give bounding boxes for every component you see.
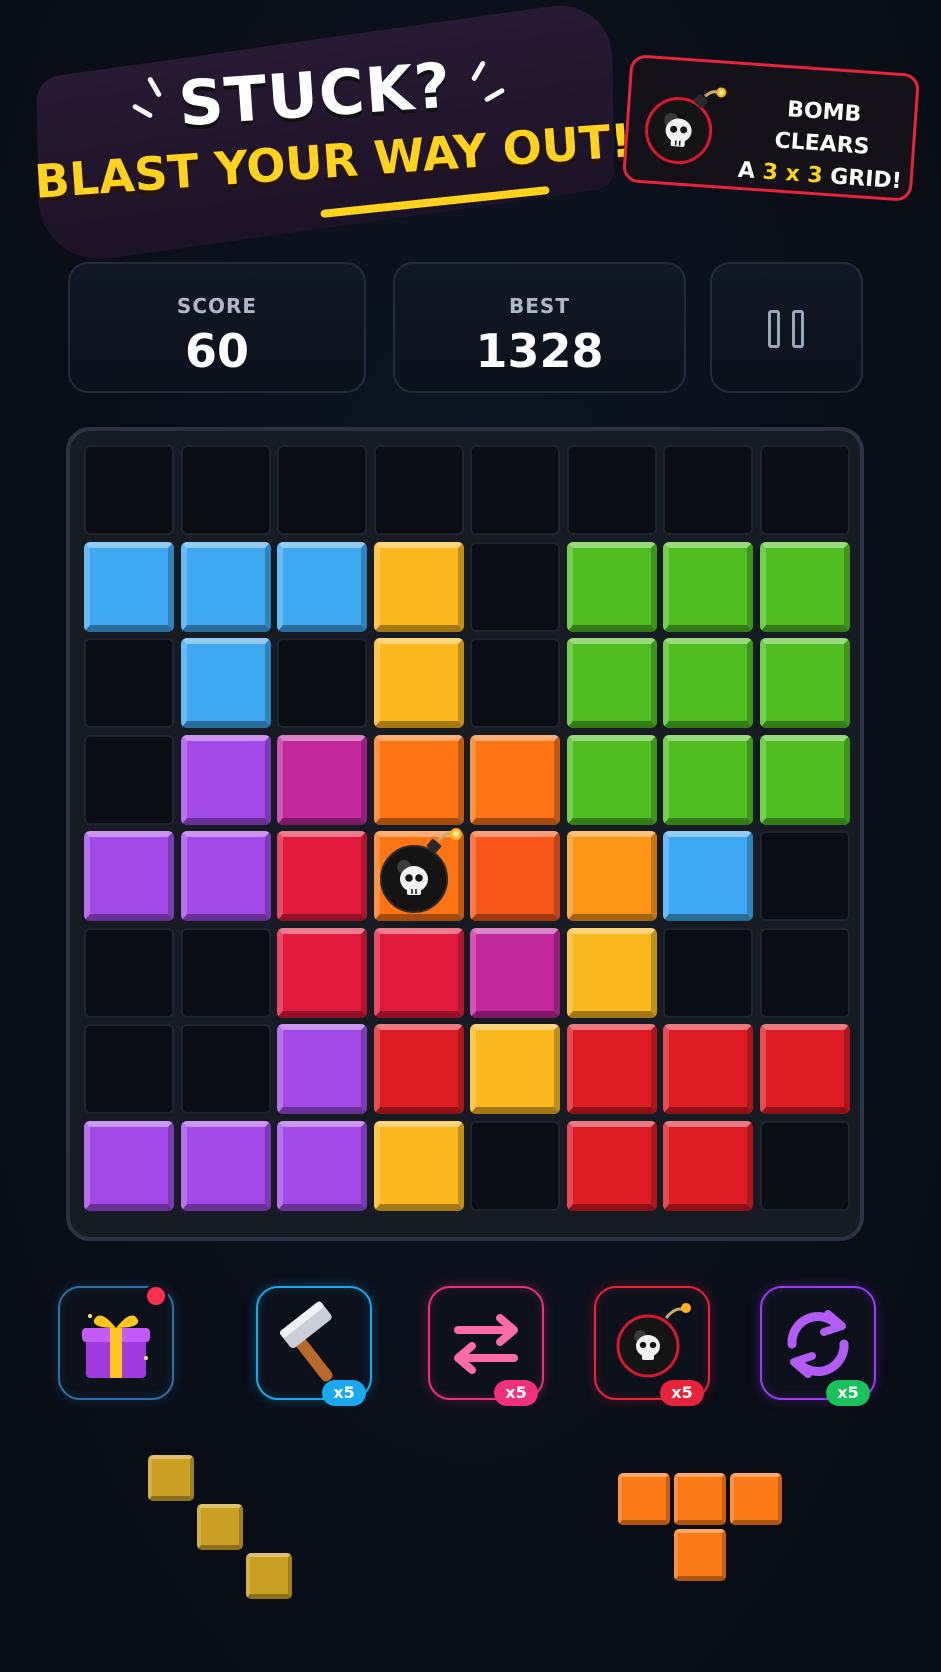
- board-block-orange[interactable]: [373, 734, 464, 825]
- bomb-tip-card: BOMB CLEARS A 3 x 3 GRID!: [621, 54, 921, 202]
- board-block-green[interactable]: [566, 734, 657, 825]
- board-cell-empty[interactable]: [470, 1120, 560, 1211]
- piece-block: [674, 1529, 726, 1581]
- board-cell-empty[interactable]: [663, 927, 753, 1018]
- best-label: BEST: [509, 294, 570, 318]
- board-cell-empty[interactable]: [180, 1024, 271, 1114]
- board-cell-empty[interactable]: [759, 445, 850, 535]
- board-block-yellow[interactable]: [470, 1024, 560, 1114]
- board-block-yellow[interactable]: [566, 927, 657, 1018]
- bomb-count-badge: x5: [660, 1380, 704, 1406]
- board-cell-empty[interactable]: [470, 445, 560, 535]
- hammer-count-badge: x5: [322, 1380, 366, 1406]
- score-box: SCORE 60: [68, 262, 366, 393]
- tip-line2-suffix: GRID!: [821, 163, 903, 195]
- best-value: 1328: [475, 324, 604, 378]
- board-block-red-orange[interactable]: [470, 831, 560, 921]
- gift-button[interactable]: [58, 1284, 174, 1400]
- board-block-orange-yellow[interactable]: [566, 831, 657, 921]
- board-block-red[interactable]: [566, 1024, 657, 1114]
- board-block-yellow[interactable]: [373, 638, 464, 728]
- board-block-purple[interactable]: [84, 831, 174, 921]
- board-cell-empty[interactable]: [84, 1024, 174, 1114]
- board-block-magenta[interactable]: [277, 734, 367, 825]
- board-block-blue[interactable]: [84, 541, 174, 632]
- board-cell-empty[interactable]: [84, 927, 174, 1018]
- refresh-button[interactable]: x5: [760, 1286, 876, 1406]
- bomb-tip-text: BOMB CLEARS A 3 x 3 GRID!: [733, 91, 911, 199]
- board-block-blue[interactable]: [277, 541, 367, 632]
- notification-dot: [144, 1284, 168, 1308]
- board-block-red[interactable]: [663, 1024, 753, 1114]
- board-block-blue[interactable]: [663, 831, 753, 921]
- board-block-purple[interactable]: [277, 1120, 367, 1211]
- piece-block: [730, 1473, 782, 1525]
- board-cell-empty[interactable]: [180, 445, 271, 535]
- piece-block: [197, 1504, 243, 1550]
- board-block-green[interactable]: [759, 638, 850, 728]
- piece-block: [618, 1473, 670, 1525]
- board-block-green[interactable]: [566, 541, 657, 632]
- board-block-orange[interactable]: [470, 734, 560, 825]
- game-board[interactable]: [66, 427, 864, 1241]
- score-label: SCORE: [176, 294, 258, 318]
- board-block-red[interactable]: [373, 1024, 464, 1114]
- board-block-green[interactable]: [759, 541, 850, 632]
- board-cell-empty[interactable]: [759, 927, 850, 1018]
- board-block-red[interactable]: [759, 1024, 850, 1114]
- board-block-green[interactable]: [566, 638, 657, 728]
- board-block-blue[interactable]: [180, 638, 271, 728]
- board-cell-empty[interactable]: [470, 541, 560, 632]
- board-block-green[interactable]: [759, 734, 850, 825]
- board-block-purple[interactable]: [180, 1120, 271, 1211]
- board-block-purple[interactable]: [180, 734, 271, 825]
- board-block-green[interactable]: [663, 734, 753, 825]
- board-cell-empty[interactable]: [470, 638, 560, 728]
- board-block-purple[interactable]: [180, 831, 271, 921]
- board-block-blue[interactable]: [180, 541, 271, 632]
- bomb-icon: [638, 80, 730, 176]
- piece-block: [148, 1455, 194, 1501]
- diagonal-piece[interactable]: [148, 1455, 294, 1601]
- board-cell-empty[interactable]: [84, 445, 174, 535]
- t-piece[interactable]: [618, 1473, 786, 1583]
- bomb-icon: [372, 823, 468, 927]
- piece-block: [246, 1553, 292, 1599]
- board-cell-empty[interactable]: [180, 927, 271, 1018]
- board-block-crimson[interactable]: [277, 927, 367, 1018]
- refresh-count-badge: x5: [826, 1380, 870, 1406]
- board-cell-empty[interactable]: [277, 445, 367, 535]
- board-cell-empty[interactable]: [84, 734, 174, 825]
- board-block-red[interactable]: [663, 1120, 753, 1211]
- board-block-green[interactable]: [663, 541, 753, 632]
- swap-button[interactable]: x5: [428, 1286, 544, 1406]
- board-block-red[interactable]: [566, 1120, 657, 1211]
- board-block-yellow[interactable]: [373, 541, 464, 632]
- board-cell-empty[interactable]: [663, 445, 753, 535]
- tip-highlight: 3 x 3: [761, 159, 824, 189]
- hammer-button[interactable]: x5: [256, 1286, 372, 1406]
- board-block-yellow[interactable]: [373, 1120, 464, 1211]
- board-block-magenta[interactable]: [470, 927, 560, 1018]
- board-block-green[interactable]: [663, 638, 753, 728]
- tip-line2-prefix: A: [737, 157, 764, 185]
- pause-icon: [768, 310, 806, 350]
- board-block-purple[interactable]: [84, 1120, 174, 1211]
- board-cell-empty[interactable]: [277, 638, 367, 728]
- tip-line1: BOMB CLEARS: [773, 97, 871, 160]
- board-block-purple[interactable]: [277, 1024, 367, 1114]
- pause-button[interactable]: [710, 262, 863, 393]
- board-cell-empty[interactable]: [373, 445, 464, 535]
- board-cell-empty[interactable]: [84, 638, 174, 728]
- board-cell-empty[interactable]: [759, 831, 850, 921]
- board-block-crimson[interactable]: [277, 831, 367, 921]
- bomb-button[interactable]: x5: [594, 1286, 710, 1406]
- best-box: BEST 1328: [393, 262, 686, 393]
- board-block-crimson[interactable]: [373, 927, 464, 1018]
- swap-count-badge: x5: [494, 1380, 538, 1406]
- board-cell-empty[interactable]: [566, 445, 657, 535]
- piece-block: [674, 1473, 726, 1525]
- score-value: 60: [184, 324, 249, 378]
- board-cell-empty[interactable]: [759, 1120, 850, 1211]
